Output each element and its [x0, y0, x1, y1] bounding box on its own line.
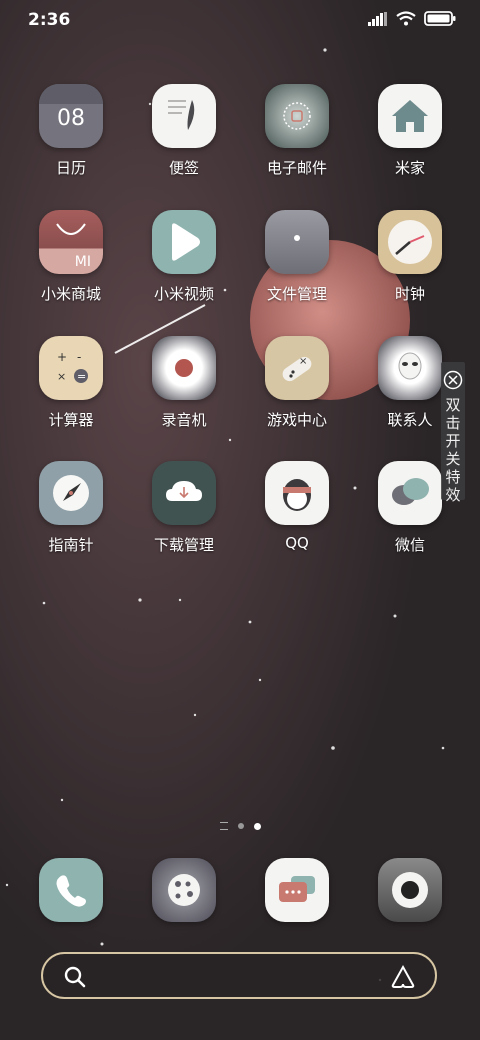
dock-phone[interactable]: [15, 858, 127, 922]
wechat-icon: [378, 461, 442, 525]
app-game-center[interactable]: × 游戏中心: [241, 336, 353, 430]
app-home[interactable]: 米家: [354, 84, 466, 178]
home-screen-list-icon: [219, 822, 228, 830]
recorder-icon: [152, 336, 216, 400]
app-qq[interactable]: QQ: [241, 461, 353, 552]
app-label: 录音机: [161, 411, 207, 429]
app-label: 日历: [55, 159, 86, 177]
wifi-icon: [396, 11, 416, 26]
dock-camera[interactable]: [354, 858, 466, 922]
dock-messages[interactable]: [241, 858, 353, 922]
app-notes[interactable]: 便签: [128, 84, 240, 178]
calculator-icon: + - × =: [39, 336, 103, 400]
compass-icon: [39, 461, 103, 525]
mall-icon: MI: [39, 210, 103, 274]
app-label: 下载管理: [153, 536, 214, 554]
close-icon[interactable]: [443, 370, 463, 390]
app-calculator[interactable]: + - × = 计算器: [15, 336, 127, 430]
clock-icon: [378, 210, 442, 274]
svg-text:-: -: [77, 350, 81, 364]
qq-icon: [265, 461, 329, 525]
app-label: 电子邮件: [266, 159, 327, 177]
app-recorder[interactable]: 录音机: [128, 336, 240, 430]
camera-icon: [378, 858, 442, 922]
app-label: 微信: [394, 536, 425, 554]
home-icon: [378, 84, 442, 148]
signal-icon: [368, 11, 387, 26]
calendar-date: 08: [57, 106, 85, 131]
email-icon: [265, 84, 329, 148]
status-bar: 2:36: [0, 0, 480, 44]
download-icon: [152, 461, 216, 525]
dock-gallery[interactable]: [128, 858, 240, 922]
contacts-icon: [378, 336, 442, 400]
search-icon[interactable]: [63, 965, 87, 989]
app-label: 文件管理: [266, 285, 327, 303]
app-download-manager[interactable]: 下载管理: [128, 461, 240, 555]
page-dot: [237, 823, 244, 829]
app-label: 米家: [394, 159, 425, 177]
assistant-icon[interactable]: [389, 964, 417, 990]
app-label: 便签: [168, 159, 199, 177]
effects-toggle-text: 双击开关特效: [445, 396, 461, 504]
phone-icon: [39, 858, 103, 922]
svg-text:×: ×: [299, 356, 307, 367]
page-indicator: [0, 822, 480, 830]
svg-text:+: +: [57, 350, 67, 364]
app-calendar[interactable]: 08 日历: [15, 84, 127, 178]
app-label: 计算器: [48, 411, 94, 429]
app-file-manager[interactable]: 文件管理: [241, 210, 353, 304]
app-mi-mall[interactable]: MI 小米商城: [15, 210, 127, 304]
video-icon: [152, 210, 216, 274]
app-label: 时钟: [394, 285, 425, 303]
app-label: 游戏中心: [266, 411, 327, 429]
battery-icon: [424, 11, 456, 26]
page-dot-active: [253, 822, 261, 830]
app-label: QQ: [285, 534, 309, 552]
gallery-icon: [152, 858, 216, 922]
app-compass[interactable]: 指南针: [15, 461, 127, 555]
calendar-icon: 08: [39, 84, 103, 148]
app-mi-video[interactable]: 小米视频: [128, 210, 240, 304]
app-label: 指南针: [48, 536, 94, 554]
folder-icon: [265, 210, 329, 274]
app-email[interactable]: 电子邮件: [241, 84, 353, 178]
svg-text:×: ×: [57, 370, 66, 383]
messages-icon: [265, 858, 329, 922]
search-bar[interactable]: [41, 952, 437, 999]
notes-icon: [152, 84, 216, 148]
app-clock[interactable]: 时钟: [354, 210, 466, 304]
game-icon: ×: [265, 336, 329, 400]
status-time: 2:36: [28, 10, 71, 30]
effects-toggle-panel[interactable]: 双击开关特效: [441, 362, 465, 504]
mall-text: MI: [74, 254, 91, 270]
svg-text:=: =: [77, 370, 86, 383]
app-label: 小米商城: [40, 285, 101, 303]
app-label: 小米视频: [153, 285, 214, 303]
